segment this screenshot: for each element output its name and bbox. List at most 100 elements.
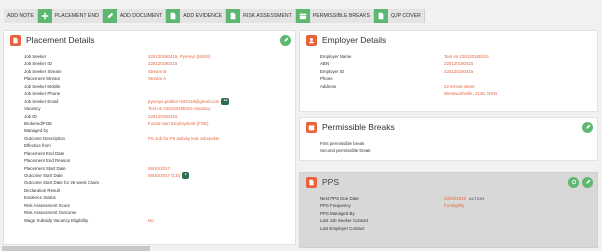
- field-value: Fortnightly: [444, 203, 465, 209]
- field-label: ABN: [320, 61, 330, 67]
- field-label: Next PPS Due Date: [320, 196, 359, 201]
- field-label: Managed by: [24, 128, 49, 134]
- card-title: Placement Details: [26, 35, 95, 45]
- edit-icon[interactable]: [582, 176, 593, 188]
- field-label: Job Seeker: [24, 54, 47, 59]
- edit-icon[interactable]: [280, 34, 291, 46]
- field-label: Outcome Start Date for 26 week Claim: [24, 180, 100, 186]
- field-row: Outcome Start Date 06/10/2017 (CD) ●: [24, 172, 295, 180]
- field-row: Placement End Date: [24, 150, 295, 157]
- calendar-icon[interactable]: [295, 9, 310, 23]
- field-value: Found own Employment (FOE): [148, 120, 209, 126]
- field-row: Employer Name Test on 220120180415: [320, 53, 597, 60]
- field-label: Job Seeker Stream: [24, 68, 62, 74]
- add-evidence-button[interactable]: ADD EVIDENCE: [180, 9, 227, 23]
- field-row: Outcome Start Date for 26 week Claim: [24, 179, 295, 186]
- field-row: PPS Managed By: [320, 210, 597, 217]
- field-value: PS Job for FS activity test Jobseeker: [148, 135, 220, 141]
- card-header: Placement Details: [4, 31, 295, 49]
- field-value: No: [148, 217, 154, 223]
- field-row: Phone: [320, 75, 597, 82]
- field-row: Placement Stream Stream A: [24, 75, 295, 82]
- field-row: Vacancy Test on 220120180415 Vacancy: [24, 105, 295, 112]
- field-label: Risk Assessment Outcome: [24, 210, 77, 216]
- add-document-button[interactable]: ADD DOCUMENT: [116, 9, 167, 23]
- field-value: 220120180415: [148, 113, 178, 119]
- field-row: Job Seeker Mobile: [24, 83, 295, 90]
- field-row: Last Employer Contact: [320, 225, 597, 232]
- field-row: Wentworthville, 2145, NSW: [320, 90, 597, 97]
- field-row: Job Seeker Phone: [24, 90, 295, 97]
- placement-end-button[interactable]: PLACEMENT END: [51, 9, 103, 23]
- qjp-cover-button[interactable]: QJP COVER: [387, 9, 425, 23]
- document-icon[interactable]: [166, 9, 181, 23]
- action-tag[interactable]: ACTION: [469, 195, 484, 202]
- field-value: Wentworthville, 2145, NSW: [444, 91, 498, 97]
- refresh-icon[interactable]: [568, 176, 579, 188]
- user-icon: [306, 34, 317, 46]
- field-label: Evidence Status: [24, 195, 56, 201]
- field-value: 20/02/2018: [444, 196, 466, 201]
- field-value: pyrenys.prakhn+220118@gmail.com: [148, 98, 220, 104]
- placement-fields: Job Seeker 220120180415, Pyrenys (MISS) Jo…: [4, 49, 295, 224]
- field-row: Last Job Seeker Contact: [320, 217, 597, 224]
- info-badge[interactable]: ●: [182, 172, 189, 180]
- info-badge[interactable]: ●●: [221, 97, 230, 106]
- field-row: Second permissible break: [320, 147, 597, 154]
- field-row: PPS Frequency Fortnightly: [320, 202, 597, 209]
- field-value: 22 ernest street: [444, 83, 475, 89]
- field-label: Placement End Date: [24, 150, 65, 156]
- plus-icon[interactable]: [37, 9, 52, 23]
- field-row: Job ID 220120180415: [24, 113, 295, 120]
- field-value: 220120180415: [148, 61, 178, 67]
- field-label: Job Seeker Phone: [24, 91, 61, 97]
- card-title: Employer Details: [322, 35, 387, 45]
- field-row: ABN 220120180415: [320, 60, 597, 67]
- field-row: Placement End Reason: [24, 157, 295, 164]
- card-header: Employer Details: [300, 31, 597, 49]
- employer-details-card: Employer Details Employer Name Test on 22…: [299, 30, 598, 112]
- card-header: Permissible Breaks: [300, 118, 597, 136]
- pps-card: PPS Next PPS Due Date 20/02/2018 ACTION PPS…: [299, 172, 598, 248]
- field-row: Job Seeker ID 220120180415: [24, 60, 295, 67]
- field-row: Job Seeker 220120180415, Pyrenys (MISS): [24, 53, 295, 60]
- field-value: Stream A: [148, 76, 167, 82]
- field-label: Placement End Reason: [24, 158, 71, 164]
- field-row: Risk Assessment Score: [24, 202, 295, 209]
- field-row: Brokered/FOE Found own Employment (FOE): [24, 120, 295, 127]
- add-note-button[interactable]: ADD NOTE: [4, 9, 38, 23]
- field-label: First permissible break: [320, 141, 365, 146]
- document-icon[interactable]: [373, 9, 388, 23]
- risk-assessment-button[interactable]: RISK ASSESSMENT: [240, 9, 296, 23]
- field-label: Address: [320, 83, 337, 89]
- field-label: Vacancy: [24, 106, 41, 112]
- field-label: Job Seeker Mobile: [24, 83, 61, 89]
- field-label: Effective from: [24, 143, 51, 149]
- field-row: Next PPS Due Date 20/02/2018 ACTION: [320, 195, 597, 202]
- document-icon: [10, 34, 21, 46]
- field-label: Phone: [320, 76, 333, 82]
- field-label: [320, 90, 444, 97]
- document-icon: [306, 176, 317, 188]
- field-label: Placement Stream: [24, 76, 61, 82]
- document-icon[interactable]: [226, 9, 241, 23]
- field-row: Job Seeker Email pyrenys.prakhn+220118@gm…: [24, 97, 295, 106]
- edit-icon[interactable]: [582, 121, 593, 133]
- pps-fields: Next PPS Due Date 20/02/2018 ACTION PPS Fre…: [300, 191, 597, 232]
- field-row: Wage Subsidy Vacancy Eligibility No: [24, 217, 295, 224]
- field-label: Second permissible break: [320, 148, 371, 154]
- field-value: 220120180415: [444, 68, 474, 74]
- field-row: Managed by: [24, 127, 295, 134]
- field-label: Last Job Seeker Contact: [320, 218, 369, 224]
- calendar-icon: [306, 121, 317, 133]
- field-label: Brokered/FOE: [24, 120, 53, 126]
- field-label: Employer ID: [320, 68, 345, 74]
- card-title: PPS: [322, 177, 340, 187]
- field-value: 06/10/2017 (CD): [148, 173, 181, 178]
- pencil-icon[interactable]: [102, 9, 117, 23]
- horizontal-scrollbar[interactable]: [2, 246, 150, 251]
- field-value: Test on 220120180415: [444, 54, 489, 59]
- field-label: PPS Frequency: [320, 203, 351, 209]
- permissible-breaks-button[interactable]: PERMISSIBLE BREAKS: [309, 9, 374, 23]
- placement-details-card: Placement Details Job Seeker 220120180415…: [3, 30, 296, 245]
